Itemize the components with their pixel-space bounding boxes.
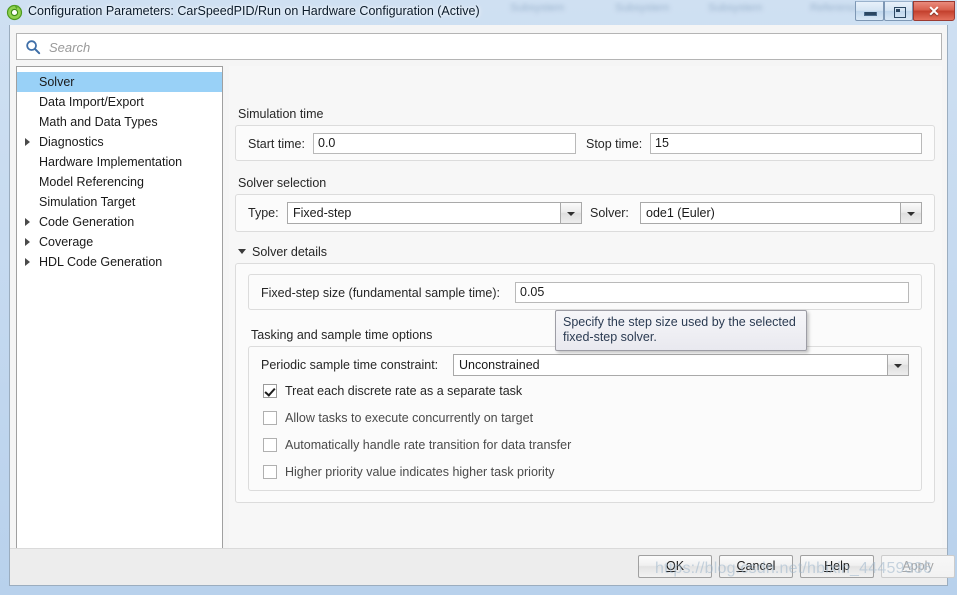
checkbox-label: Higher priority value indicates higher t… (285, 465, 555, 479)
tasking-options-label: Tasking and sample time options (251, 328, 433, 342)
search-icon (26, 40, 41, 55)
minimize-button[interactable] (855, 1, 884, 21)
simulink-icon (6, 4, 23, 21)
periodic-sample-time-dropdown[interactable]: Unconstrained (453, 354, 909, 376)
stop-time-label: Stop time: (586, 137, 643, 151)
cancel-button[interactable]: Cancel (719, 555, 793, 578)
fixed-step-size-input[interactable]: 0.05 (515, 282, 909, 303)
solver-value: ode1 (Euler) (646, 206, 715, 220)
chevron-down-icon[interactable] (560, 203, 581, 223)
sidebar-item-label: Simulation Target (39, 195, 136, 209)
close-icon: ✕ (928, 3, 940, 19)
sidebar-item-diagnostics[interactable]: Diagnostics (17, 132, 222, 152)
tooltip: Specify the step size used by the select… (555, 310, 807, 351)
checkbox-higher-priority[interactable] (263, 465, 277, 479)
checkbox-label: Allow tasks to execute concurrently on t… (285, 411, 534, 425)
solver-details-section-label: Solver details (252, 245, 328, 259)
sidebar-item-simulation-target[interactable]: Simulation Target (17, 192, 222, 212)
sidebar-item-hdl-code-generation[interactable]: HDL Code Generation (17, 252, 222, 272)
solver-selection-section-label: Solver selection (238, 176, 327, 190)
apply-button[interactable]: Apply (881, 555, 955, 578)
search-input[interactable] (47, 34, 931, 61)
title-bar: Configuration Parameters: CarSpeedPID/Ru… (0, 0, 957, 25)
cancel-button-label-rest: ancel (745, 559, 776, 573)
dialog-window: Subsystem Subsystem Subsystem Reference … (0, 0, 957, 595)
start-time-input[interactable]: 0.0 (313, 133, 576, 154)
dialog-client-area: Solver Data Import/Export Math and Data … (9, 25, 955, 586)
search-box[interactable] (16, 33, 942, 61)
expand-arrow-icon[interactable] (25, 138, 30, 146)
sidebar-item-math-and-data-types[interactable]: Math and Data Types (17, 112, 222, 132)
settings-tree[interactable]: Solver Data Import/Export Math and Data … (16, 66, 223, 567)
sidebar-item-data-import-export[interactable]: Data Import/Export (17, 92, 222, 112)
sidebar-item-label: Hardware Implementation (39, 155, 183, 169)
checkbox-concurrent-execution[interactable] (263, 411, 277, 425)
sidebar-item-label: Model Referencing (39, 175, 144, 189)
ok-button-label-rest: K (675, 559, 685, 573)
maximize-button[interactable] (884, 1, 913, 21)
stop-time-input[interactable]: 15 (650, 133, 922, 154)
fixed-step-size-label: Fixed-step size (fundamental sample time… (261, 286, 500, 300)
expand-arrow-icon[interactable] (25, 218, 30, 226)
checkbox-label: Treat each discrete rate as a separate t… (285, 384, 523, 398)
window-title: Configuration Parameters: CarSpeedPID/Ru… (28, 4, 480, 18)
sidebar-item-label: Data Import/Export (39, 95, 144, 109)
minimize-icon (864, 12, 877, 16)
sidebar-item-solver[interactable]: Solver (17, 72, 222, 92)
periodic-sample-time-value: Unconstrained (459, 358, 540, 372)
sidebar-item-code-generation[interactable]: Code Generation (17, 212, 222, 232)
expand-arrow-icon[interactable] (25, 258, 30, 266)
sidebar-item-label: HDL Code Generation (39, 255, 163, 269)
solver-dropdown[interactable]: ode1 (Euler) (640, 202, 922, 224)
expand-arrow-icon[interactable] (25, 238, 30, 246)
solver-label: Solver: (590, 206, 629, 220)
sidebar-item-model-referencing[interactable]: Model Referencing (17, 172, 222, 192)
ok-button[interactable]: OK (638, 555, 712, 578)
help-button-label-rest: elp (833, 559, 850, 573)
sidebar-item-label: Diagnostics (39, 135, 104, 149)
sidebar-item-hardware-implementation[interactable]: Hardware Implementation (17, 152, 222, 172)
solver-type-value: Fixed-step (293, 206, 352, 220)
help-button[interactable]: Help (800, 555, 874, 578)
dialog-footer: OK Cancel Help Apply (10, 548, 955, 585)
sidebar-item-coverage[interactable]: Coverage (17, 232, 222, 252)
apply-button-label-rest: pply (910, 559, 934, 573)
checkbox-separate-task[interactable] (263, 384, 277, 398)
close-button[interactable]: ✕ (913, 1, 955, 21)
simulation-time-section-label: Simulation time (238, 107, 324, 121)
chevron-down-icon[interactable] (900, 203, 921, 223)
solver-type-label: Type: (248, 206, 279, 220)
sidebar-item-label: Solver (39, 75, 75, 89)
checkbox-label: Automatically handle rate transition for… (285, 438, 572, 452)
checkbox-rate-transition[interactable] (263, 438, 277, 452)
sidebar-item-label: Coverage (39, 235, 94, 249)
solver-type-dropdown[interactable]: Fixed-step (287, 202, 582, 224)
sidebar-item-label: Code Generation (39, 215, 135, 229)
solver-details-disclosure-icon[interactable] (238, 249, 246, 254)
periodic-sample-time-label: Periodic sample time constraint: (261, 358, 439, 372)
start-time-label: Start time: (248, 137, 305, 151)
chevron-down-icon[interactable] (887, 355, 908, 375)
sidebar-item-label: Math and Data Types (39, 115, 158, 129)
